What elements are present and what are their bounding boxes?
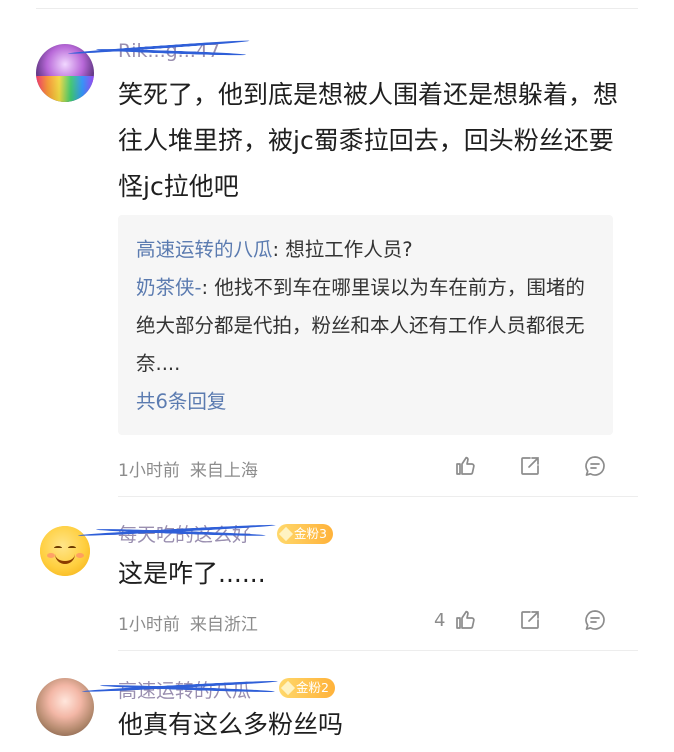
reply-preview-box[interactable]: 高速运转的八瓜: 想拉工作人员? 奶茶侠-: 他找不到车在哪里误以为车在前方，围… xyxy=(118,215,613,435)
top-divider xyxy=(36,8,638,9)
comment-text: 他真有这么多粉丝吗 xyxy=(118,710,344,739)
comment-text: 这是咋了...... xyxy=(118,559,266,588)
comment-icon[interactable] xyxy=(583,454,607,478)
reply-text: : 他找不到车在哪里误以为车在前方，围堵的绝大部分都是代拍，粉丝和本人还有工作人… xyxy=(136,276,585,375)
fan-badge[interactable]: 金粉3 xyxy=(277,524,333,544)
like-icon[interactable] xyxy=(453,454,477,478)
like-icon[interactable] xyxy=(453,608,477,632)
reply-item: 奶茶侠-: 他找不到车在哪里误以为车在前方，围堵的绝大部分都是代拍，粉丝和本人还… xyxy=(136,269,595,383)
reply-item: 高速运转的八瓜: 想拉工作人员? xyxy=(136,231,595,269)
comment-meta: 1小时前 来自浙江 xyxy=(118,610,258,635)
share-icon[interactable] xyxy=(518,454,542,478)
more-replies-link[interactable]: 共6条回复 xyxy=(136,383,595,421)
fan-badge-label: 金粉3 xyxy=(294,526,327,541)
reply-text: : 想拉工作人员? xyxy=(272,238,413,261)
avatar[interactable] xyxy=(36,678,94,736)
comment-location: 来自上海 xyxy=(189,461,258,481)
reply-author[interactable]: 奶茶侠- xyxy=(136,276,202,299)
comment-divider xyxy=(118,496,638,497)
avatar[interactable] xyxy=(40,526,90,576)
comment-icon[interactable] xyxy=(583,608,607,632)
fan-badge[interactable]: 金粉2 xyxy=(279,678,335,698)
reply-author[interactable]: 高速运转的八瓜 xyxy=(136,238,273,261)
like-count: 4 xyxy=(434,610,446,631)
comment-time: 1小时前 xyxy=(118,461,180,481)
comment-text: 笑死了，他到底是想被人围着还是想躲着，想往人堆里挤，被jc蜀黍拉回去，回头粉丝还… xyxy=(118,80,619,201)
comment-divider xyxy=(118,650,638,651)
fan-badge-label: 金粉2 xyxy=(296,680,329,695)
comment-location: 来自浙江 xyxy=(189,615,258,635)
share-icon[interactable] xyxy=(518,608,542,632)
comment-meta: 1小时前 来自上海 xyxy=(118,456,258,481)
comment-time: 1小时前 xyxy=(118,615,180,635)
